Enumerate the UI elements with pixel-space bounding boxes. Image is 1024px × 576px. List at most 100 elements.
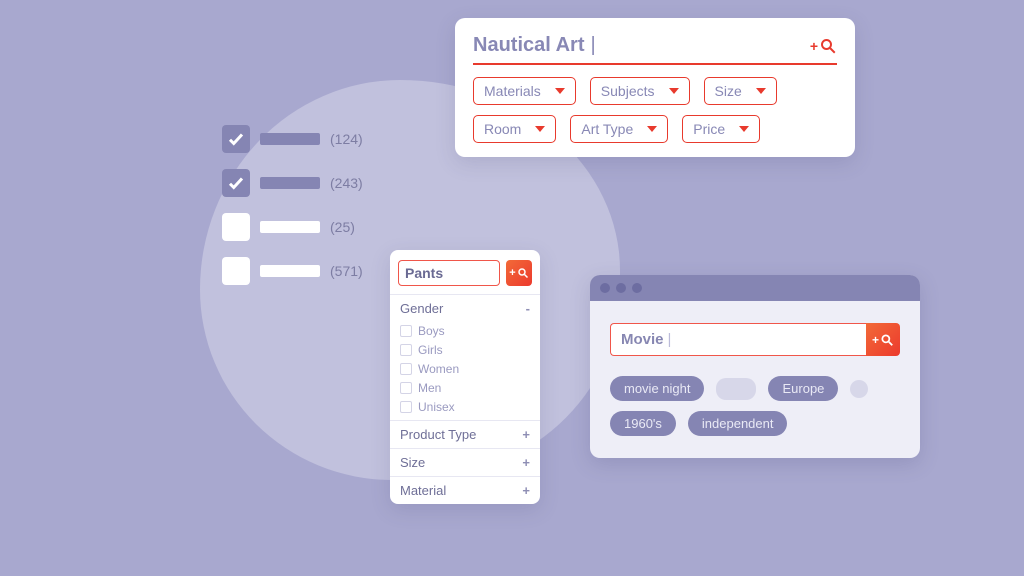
option-label: Men (418, 381, 441, 395)
chevron-down-icon (555, 88, 565, 94)
option-men[interactable]: Men (400, 381, 530, 395)
tag-placeholder (716, 378, 756, 400)
checkbox-icon[interactable] (400, 401, 412, 413)
chevron-down-icon (756, 88, 766, 94)
movie-search-window: Movie | + movie night Europe 1960's inde… (590, 275, 920, 458)
section-gender[interactable]: Gender - (390, 294, 540, 322)
facet-row[interactable]: (243) (222, 169, 363, 197)
magnifier-icon (819, 37, 837, 55)
plus-icon: + (509, 267, 515, 279)
add-search-button[interactable]: + (810, 37, 837, 55)
filter-label: Size (715, 83, 742, 99)
movie-search-bar: Movie | + (610, 323, 900, 356)
nautical-search-bar: Nautical Art | + (473, 34, 837, 65)
facet-count: (124) (330, 131, 363, 147)
filter-label: Art Type (581, 121, 633, 137)
section-product-type[interactable]: Product Type + (390, 420, 540, 448)
tag-label: movie night (624, 381, 690, 396)
filter-size[interactable]: Size (704, 77, 777, 105)
window-dot-icon (632, 283, 642, 293)
section-size[interactable]: Size + (390, 448, 540, 476)
search-value: Nautical Art (473, 34, 585, 57)
option-label: Girls (418, 343, 443, 357)
chevron-down-icon (739, 126, 749, 132)
section-material[interactable]: Material + (390, 476, 540, 504)
gender-options: Boys Girls Women Men Unisex (390, 322, 540, 420)
movie-search-input[interactable]: Movie | (610, 323, 866, 356)
facet-checklist: (124) (243) (25) (571) (222, 125, 363, 285)
checkbox-checked-icon[interactable] (222, 125, 250, 153)
section-label: Gender (400, 301, 443, 316)
filter-room[interactable]: Room (473, 115, 556, 143)
filter-subjects[interactable]: Subjects (590, 77, 690, 105)
checkbox-icon[interactable] (400, 325, 412, 337)
expand-icon: + (522, 455, 530, 470)
option-label: Women (418, 362, 459, 376)
chevron-down-icon (669, 88, 679, 94)
chevron-down-icon (647, 126, 657, 132)
search-value: Movie (621, 331, 664, 348)
option-women[interactable]: Women (400, 362, 530, 376)
checkbox-icon[interactable] (400, 344, 412, 356)
search-value: Pants (405, 265, 443, 281)
section-label: Size (400, 455, 425, 470)
tag-placeholder (850, 380, 868, 398)
tag-movie-night[interactable]: movie night (610, 376, 704, 401)
facet-row[interactable]: (124) (222, 125, 363, 153)
checkbox-checked-icon[interactable] (222, 169, 250, 197)
chevron-down-icon (535, 126, 545, 132)
magnifier-icon (517, 267, 529, 279)
facet-count: (25) (330, 219, 355, 235)
pants-filter-panel: Pants + Gender - Boys Girls Women Men Un… (390, 250, 540, 504)
text-cursor-icon: | (668, 331, 672, 348)
facet-row[interactable]: (25) (222, 213, 363, 241)
filter-materials[interactable]: Materials (473, 77, 576, 105)
filter-art-type[interactable]: Art Type (570, 115, 668, 143)
tag-independent[interactable]: independent (688, 411, 788, 436)
add-search-button[interactable]: + (866, 323, 900, 356)
facet-label-placeholder (260, 133, 320, 145)
expand-icon: + (522, 483, 530, 498)
nautical-filter-card: Nautical Art | + Materials Subjects Size… (455, 18, 855, 157)
checkbox-unchecked-icon[interactable] (222, 213, 250, 241)
expand-icon: + (522, 427, 530, 442)
filter-grid: Materials Subjects Size Room Art Type Pr… (473, 77, 837, 143)
window-dot-icon (616, 283, 626, 293)
pants-search-input[interactable]: Pants (398, 260, 500, 286)
filter-label: Materials (484, 83, 541, 99)
tag-1960s[interactable]: 1960's (610, 411, 676, 436)
checkbox-icon[interactable] (400, 363, 412, 375)
filter-label: Price (693, 121, 725, 137)
add-search-button[interactable]: + (506, 260, 532, 286)
facet-label-placeholder (260, 177, 320, 189)
nautical-search-input[interactable]: Nautical Art | (473, 34, 596, 57)
checkbox-icon[interactable] (400, 382, 412, 394)
option-girls[interactable]: Girls (400, 343, 530, 357)
facet-label-placeholder (260, 221, 320, 233)
tag-cloud: movie night Europe 1960's independent (610, 376, 900, 436)
magnifier-icon (880, 333, 894, 347)
plus-icon: + (872, 333, 879, 347)
filter-price[interactable]: Price (682, 115, 760, 143)
filter-label: Subjects (601, 83, 655, 99)
checkbox-unchecked-icon[interactable] (222, 257, 250, 285)
collapse-icon: - (526, 301, 530, 316)
option-unisex[interactable]: Unisex (400, 400, 530, 414)
section-label: Material (400, 483, 446, 498)
facet-count: (571) (330, 263, 363, 279)
section-label: Product Type (400, 427, 476, 442)
facet-count: (243) (330, 175, 363, 191)
tag-label: Europe (782, 381, 824, 396)
facet-label-placeholder (260, 265, 320, 277)
option-label: Unisex (418, 400, 455, 414)
tag-label: 1960's (624, 416, 662, 431)
text-cursor-icon: | (591, 34, 596, 57)
tag-label: independent (702, 416, 774, 431)
option-boys[interactable]: Boys (400, 324, 530, 338)
facet-row[interactable]: (571) (222, 257, 363, 285)
window-dot-icon (600, 283, 610, 293)
tag-europe[interactable]: Europe (768, 376, 838, 401)
window-title-bar (590, 275, 920, 301)
option-label: Boys (418, 324, 445, 338)
filter-label: Room (484, 121, 521, 137)
